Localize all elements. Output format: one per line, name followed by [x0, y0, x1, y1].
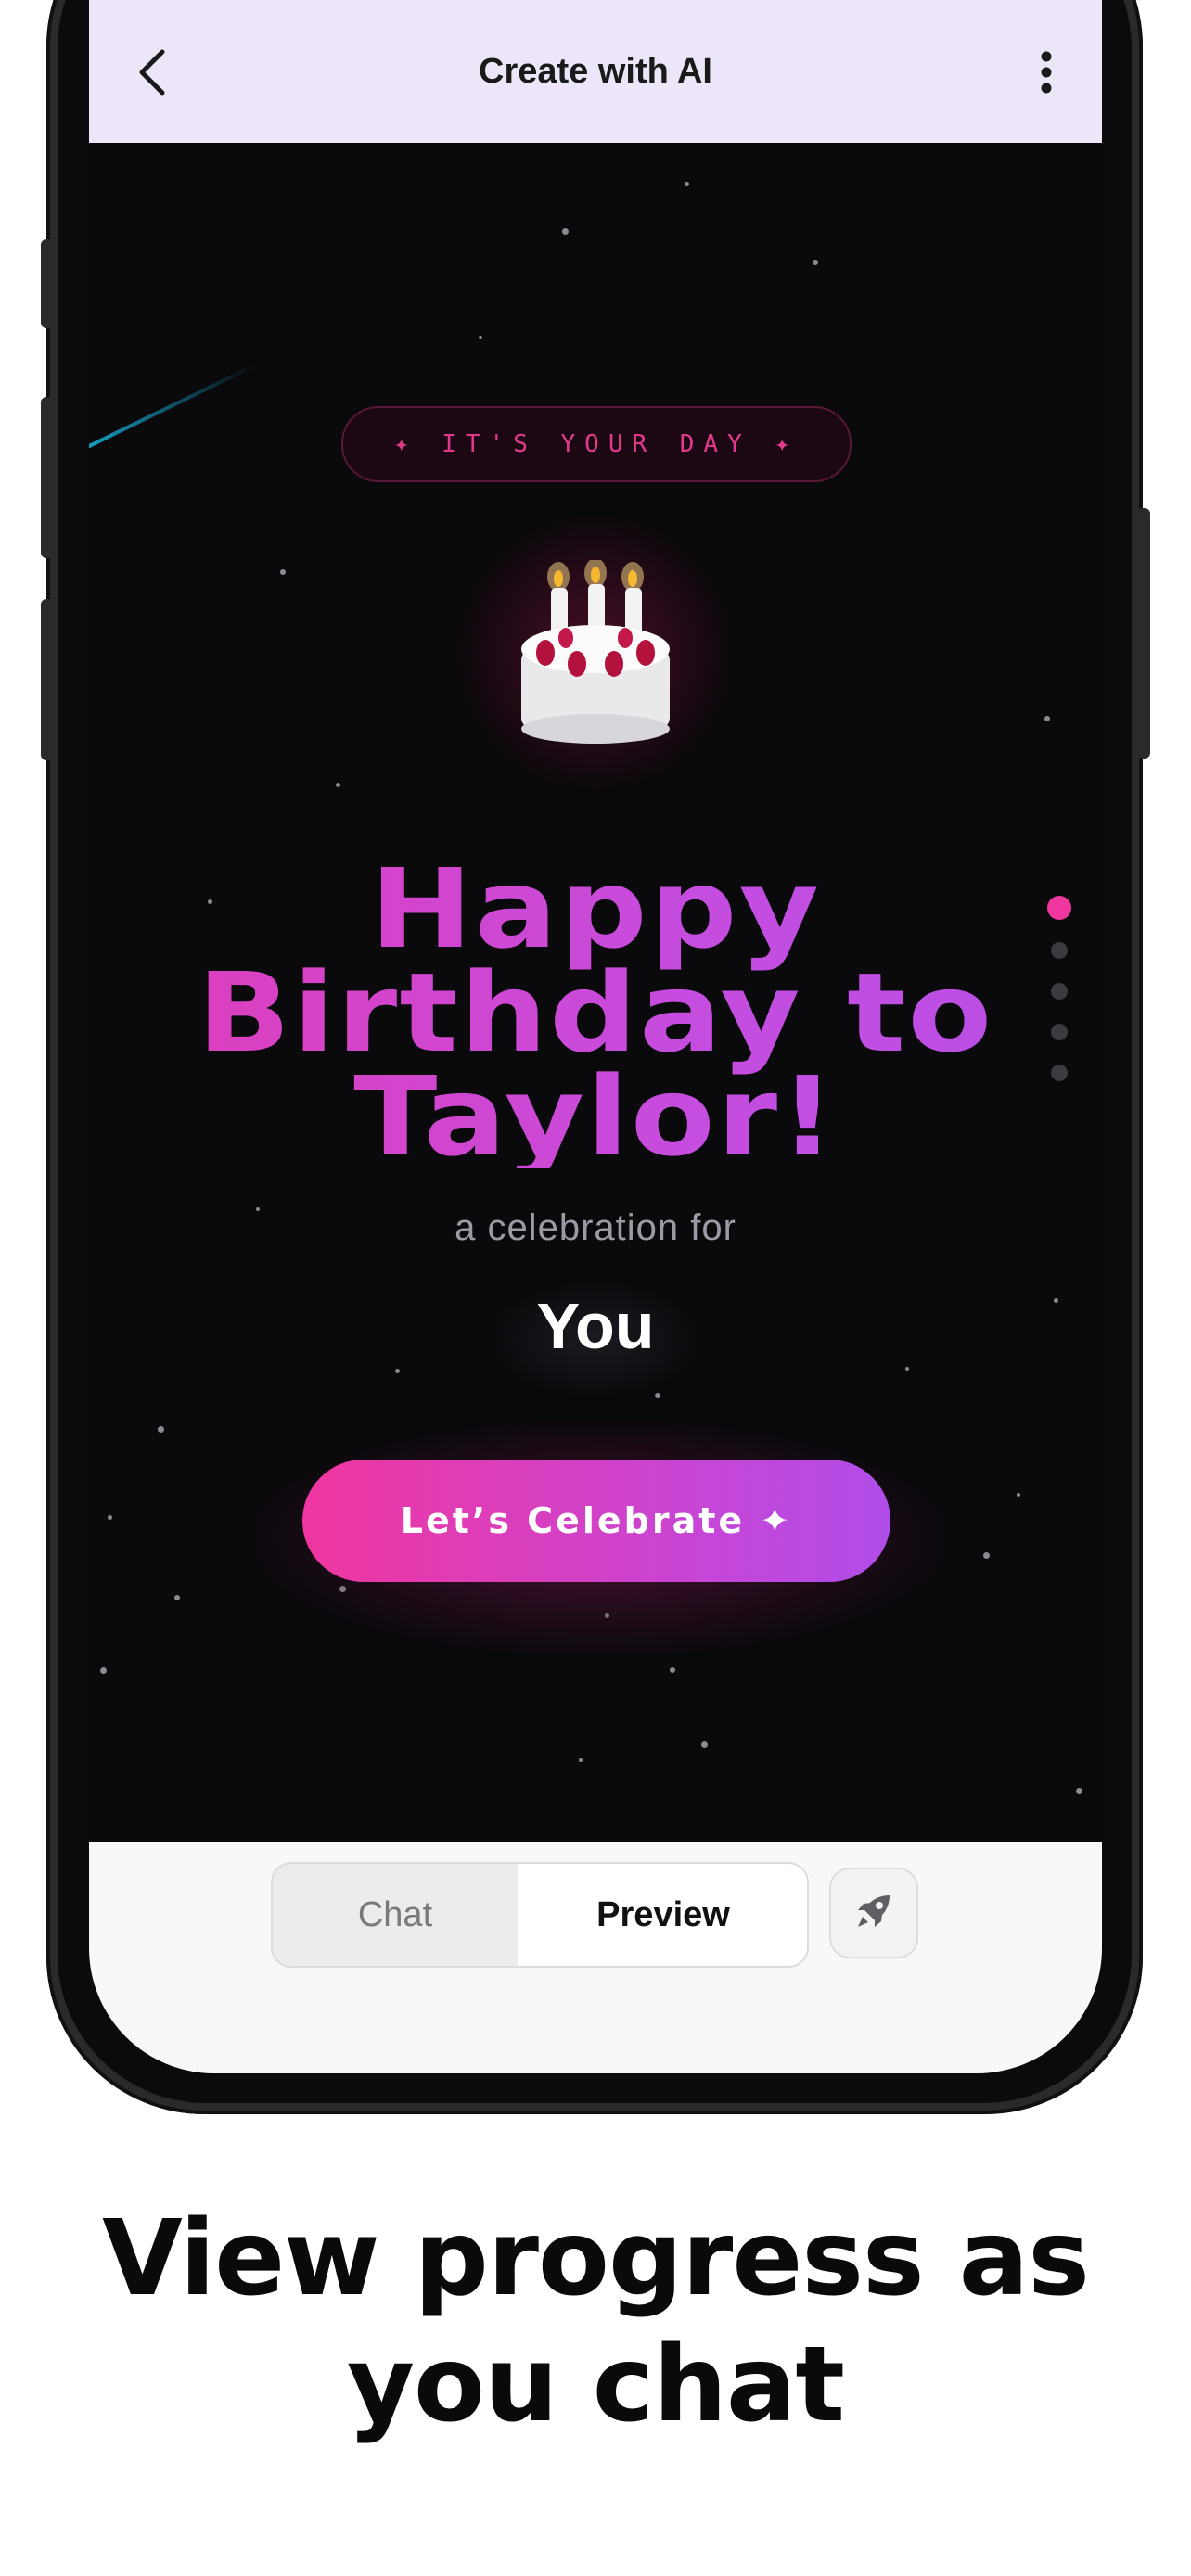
- rocket-icon: [852, 1890, 895, 1937]
- star: [1076, 1788, 1082, 1794]
- star: [813, 260, 818, 265]
- slide-indicator: [1044, 896, 1072, 1100]
- tagline-badge: ✦ IT'S YOUR DAY ✦: [341, 406, 852, 482]
- celebration-subtitle: a celebration for: [455, 1207, 736, 1248]
- headline-line-2: Birthday to: [197, 949, 994, 1077]
- star: [1017, 1493, 1020, 1497]
- more-vertical-icon: [1040, 50, 1053, 99]
- birthday-headline: Happy Birthday to Taylor!: [89, 857, 1102, 1168]
- star: [108, 1515, 112, 1520]
- slide-dot[interactable]: [1051, 942, 1068, 959]
- bottom-toolbar: Chat Preview: [89, 1842, 1102, 2073]
- app-header: Create with AI: [89, 0, 1102, 143]
- star: [280, 569, 286, 575]
- cake-icon: [516, 558, 675, 746]
- recipient-name: You: [536, 1290, 655, 1362]
- mute-switch: [41, 239, 54, 328]
- page-title: Create with AI: [479, 51, 712, 91]
- preview-canvas: ✦ IT'S YOUR DAY ✦ Happy Birthday to Tayl…: [89, 143, 1102, 1842]
- star: [174, 1595, 180, 1600]
- star: [701, 1741, 708, 1748]
- star: [395, 1369, 400, 1373]
- slide-dot[interactable]: [1051, 1065, 1068, 1081]
- star: [1044, 716, 1050, 721]
- slide-dot[interactable]: [1051, 983, 1068, 1000]
- chevron-left-icon: [136, 48, 168, 101]
- caption-line-1: View progress as: [102, 2199, 1090, 2319]
- slide-dot[interactable]: [1051, 1024, 1068, 1040]
- headline-line-3: Taylor!: [353, 1052, 838, 1180]
- celebrate-button[interactable]: Let’s Celebrate ✦: [302, 1460, 890, 1582]
- star: [479, 336, 482, 339]
- star: [655, 1393, 660, 1398]
- star: [579, 1758, 583, 1762]
- more-options-button[interactable]: [1028, 48, 1065, 100]
- star: [670, 1667, 675, 1673]
- tab-preview[interactable]: Preview: [518, 1864, 807, 1966]
- tab-chat[interactable]: Chat: [273, 1864, 518, 1966]
- star: [562, 228, 569, 235]
- view-toggle: Chat Preview: [271, 1862, 809, 1968]
- phone-screen: Create with AI ✦ IT'S YOUR DAY ✦ Happy B…: [89, 0, 1102, 2073]
- star: [158, 1426, 164, 1433]
- power-button: [1137, 508, 1150, 759]
- slide-dot-active[interactable]: [1047, 896, 1071, 920]
- back-button[interactable]: [126, 48, 178, 100]
- star: [685, 182, 689, 186]
- star: [983, 1552, 990, 1559]
- star: [100, 1667, 107, 1674]
- publish-button[interactable]: [829, 1868, 918, 1958]
- star: [905, 1367, 909, 1371]
- headline-line-1: Happy: [369, 845, 822, 973]
- star: [336, 783, 340, 787]
- volume-up-button: [41, 397, 54, 558]
- shooting-star: [89, 363, 256, 453]
- volume-down-button: [41, 599, 54, 760]
- caption-line-2: you chat: [347, 2325, 845, 2445]
- marketing-caption: View progress as you chat: [0, 2196, 1191, 2448]
